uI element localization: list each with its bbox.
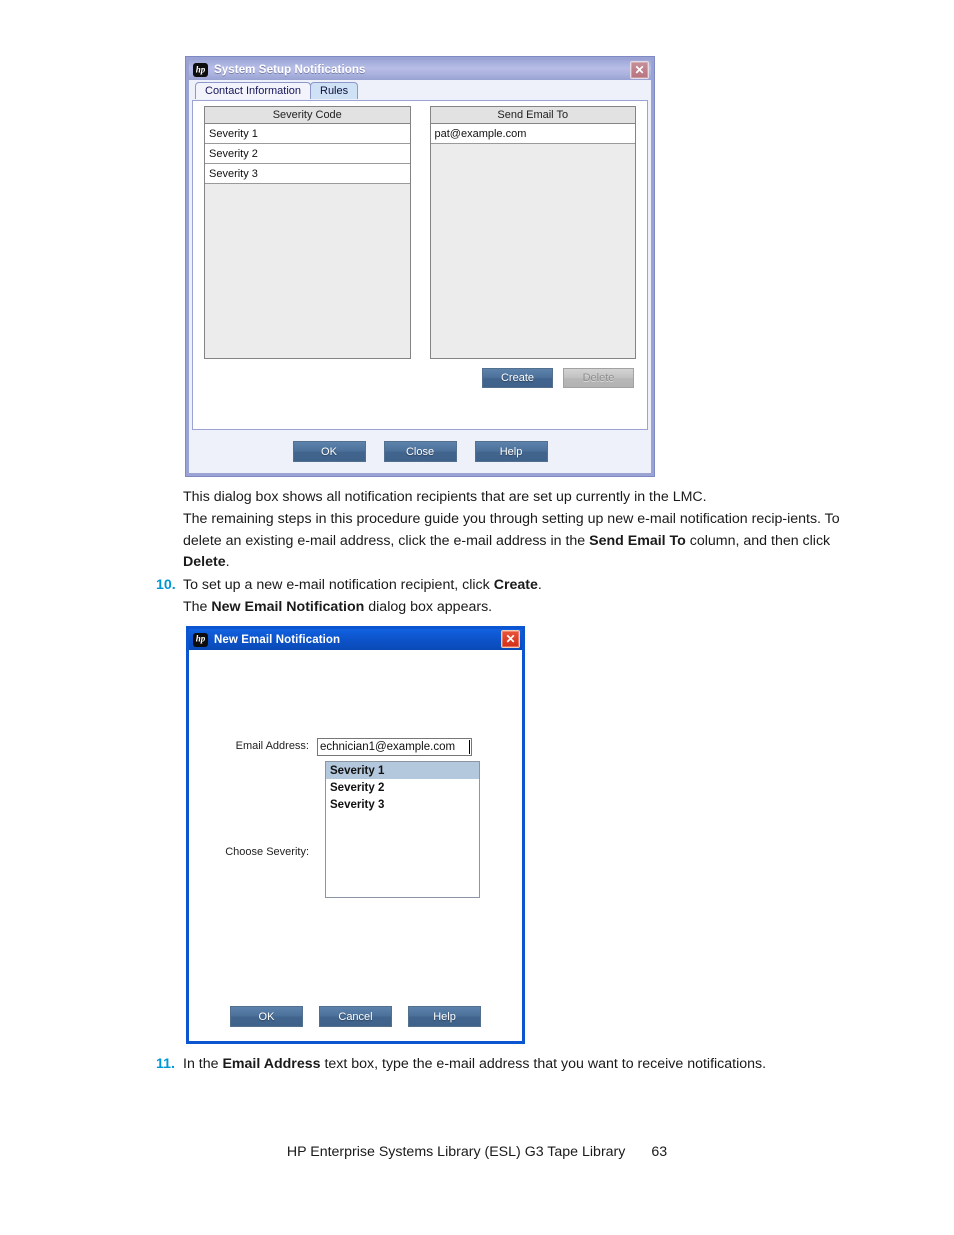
step-number: 11. [156, 1056, 175, 1072]
page-number: 63 [651, 1144, 668, 1160]
step-10: 10. To set up a new e-mail notification … [156, 575, 846, 618]
help-button[interactable]: Help [474, 441, 548, 462]
ok-button[interactable]: OK [230, 1006, 303, 1027]
tabstrip: Contact Information Rules [189, 80, 651, 99]
text-caret [469, 740, 470, 754]
lists-row: Severity Code Severity 1 Severity 2 Seve… [193, 101, 647, 359]
step-text: . [537, 577, 542, 593]
dialog-body: Email Address: echnician1@example.com Se… [189, 650, 522, 1041]
close-icon[interactable]: ✕ [501, 630, 520, 648]
step-text: text box, type the e-mail address that y… [320, 1056, 767, 1072]
list-item[interactable]: pat@example.com [430, 124, 635, 144]
step-text: In the [183, 1056, 223, 1072]
paragraph-lmc-description: This dialog box shows all notification r… [183, 487, 843, 509]
emphasis-new-email-notification: New Email Notification [211, 598, 365, 615]
dialog-title: System Setup Notifications [214, 64, 366, 76]
step-text: dialog box appears. [364, 598, 493, 615]
dialog-title: New Email Notification [214, 633, 341, 646]
list-item[interactable]: Severity 2 [205, 144, 410, 164]
tab-contact-information[interactable]: Contact Information [195, 82, 311, 99]
email-address-label: Email Address: [235, 740, 309, 752]
step-number: 10. [156, 577, 176, 593]
list-item[interactable]: Severity 3 [205, 164, 410, 184]
page-footer: HP Enterprise Systems Library (ESL) G3 T… [0, 1144, 954, 1160]
paragraph-text: column, and then click [685, 532, 831, 549]
emphasis-create: Create [493, 577, 538, 593]
step-body: To set up a new e-mail notification reci… [183, 575, 846, 618]
ok-button[interactable]: OK [292, 441, 366, 462]
dialog-titlebar: hp New Email Notification ✕ [189, 629, 522, 650]
email-address-value: echnician1@example.com [320, 741, 456, 753]
step-text: The [183, 598, 212, 615]
rules-panel: Severity Code Severity 1 Severity 2 Seve… [192, 100, 648, 430]
emphasis-send-email-to: Send Email To [589, 532, 686, 549]
step-body: In the Email Address text box, type the … [183, 1054, 846, 1076]
severity-option-3[interactable]: Severity 3 [326, 796, 479, 813]
close-button[interactable]: Close [383, 441, 457, 462]
hp-logo-icon: hp [193, 632, 208, 647]
choose-severity-label: Choose Severity: [225, 846, 309, 858]
dialog-footer: OK Close Help [192, 433, 648, 470]
tab-rules[interactable]: Rules [310, 82, 359, 99]
send-email-to-header: Send Email To [430, 107, 635, 124]
hp-logo-icon: hp [193, 63, 208, 77]
list-item[interactable]: Severity 1 [205, 124, 410, 144]
severity-option-2[interactable]: Severity 2 [326, 779, 479, 796]
emphasis-delete: Delete [183, 554, 226, 570]
action-row: Create Delete [193, 359, 647, 388]
step-11: 11. In the Email Address text box, type … [156, 1054, 846, 1076]
step-text: To set up a new e-mail notification reci… [183, 577, 494, 593]
choose-severity-listbox[interactable]: Severity 1 Severity 2 Severity 3 [325, 761, 480, 898]
close-icon[interactable]: ✕ [630, 61, 649, 79]
cancel-button[interactable]: Cancel [319, 1006, 392, 1027]
severity-option-1[interactable]: Severity 1 [326, 762, 479, 779]
email-address-input[interactable]: echnician1@example.com [317, 738, 472, 756]
step-substep: The New Email Notification dialog box ap… [183, 597, 846, 619]
help-button[interactable]: Help [408, 1006, 481, 1027]
emphasis-email-address: Email Address [222, 1056, 321, 1072]
severity-code-header: Severity Code [205, 107, 410, 124]
dialog-titlebar: hp System Setup Notifications ✕ [189, 60, 651, 80]
listbox-empty-area [430, 144, 635, 358]
new-email-notification-dialog: hp New Email Notification ✕ Email Addres… [186, 626, 525, 1044]
send-email-to-listbox[interactable]: Send Email To pat@example.com [429, 106, 636, 359]
paragraph-remaining-steps: The remaining steps in this procedure gu… [183, 509, 843, 574]
create-button[interactable]: Create [482, 368, 553, 388]
email-address-field-row: Email Address: echnician1@example.com [189, 738, 522, 756]
footer-title: HP Enterprise Systems Library (ESL) G3 T… [286, 1144, 626, 1160]
delete-button: Delete [563, 368, 634, 388]
severity-code-listbox[interactable]: Severity Code Severity 1 Severity 2 Seve… [204, 106, 411, 359]
paragraph-text: . [225, 554, 230, 570]
system-setup-notifications-dialog: hp System Setup Notifications ✕ Contact … [186, 57, 654, 476]
listbox-empty-area [205, 184, 410, 358]
paragraph-text: This dialog box shows all notification r… [183, 489, 707, 505]
dialog-footer: OK Cancel Help [189, 1006, 522, 1027]
